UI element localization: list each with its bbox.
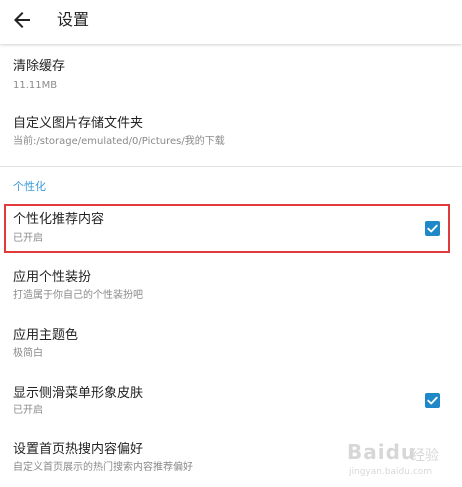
apply-personal-theme-desc: 打造属于你自己的个性装扮吧 (13, 290, 143, 301)
image-folder-title: 自定义图片存储文件夹 (13, 116, 144, 131)
image-folder-path: 当前:/storage/emulated/0/Pictures/我的下载 (13, 136, 225, 147)
personalized-recommendation-checkbox[interactable] (425, 221, 440, 236)
personalized-recommendation-row[interactable]: 个性化推荐内容 已开启 (0, 206, 462, 252)
personalized-recommendation-title: 个性化推荐内容 (13, 212, 105, 227)
checkbox-checked-icon (425, 393, 440, 408)
side-menu-skin-row[interactable]: 显示侧滑菜单形象皮肤 已开启 (0, 380, 462, 426)
clear-cache-size: 11.11MB (13, 80, 58, 91)
hot-search-preference-title: 设置首页热搜内容偏好 (13, 442, 144, 457)
personalized-recommendation-status: 已开启 (13, 233, 43, 244)
image-folder-row[interactable]: 自定义图片存储文件夹 当前:/storage/emulated/0/Pictur… (0, 110, 462, 156)
hot-search-preference-desc: 自定义首页展示的热门搜索内容推荐偏好 (13, 462, 193, 473)
clear-cache-row[interactable]: 清除缓存 11.11MB (0, 52, 462, 98)
hot-search-preference-row[interactable]: 设置首页热搜内容偏好 自定义首页展示的热门搜索内容推荐偏好 (0, 436, 462, 482)
side-menu-skin-checkbox[interactable] (425, 393, 440, 408)
apply-theme-color-row[interactable]: 应用主题色 极简白 (0, 322, 462, 368)
apply-personal-theme-row[interactable]: 应用个性装扮 打造属于你自己的个性装扮吧 (0, 264, 462, 310)
apply-theme-color-title: 应用主题色 (13, 328, 79, 343)
side-menu-skin-status: 已开启 (13, 405, 43, 416)
clear-cache-title: 清除缓存 (13, 59, 66, 74)
side-menu-skin-title: 显示侧滑菜单形象皮肤 (13, 386, 144, 401)
apply-personal-theme-title: 应用个性装扮 (13, 270, 92, 285)
apply-theme-color-value: 极简白 (13, 348, 43, 359)
arrow-back-icon (14, 12, 30, 28)
app-bar: 设置 (0, 0, 462, 44)
page-title: 设置 (57, 10, 90, 29)
checkbox-checked-icon (425, 221, 440, 236)
back-button[interactable] (10, 8, 34, 32)
section-header-personalization: 个性化 (13, 180, 46, 193)
section-divider (0, 166, 462, 167)
